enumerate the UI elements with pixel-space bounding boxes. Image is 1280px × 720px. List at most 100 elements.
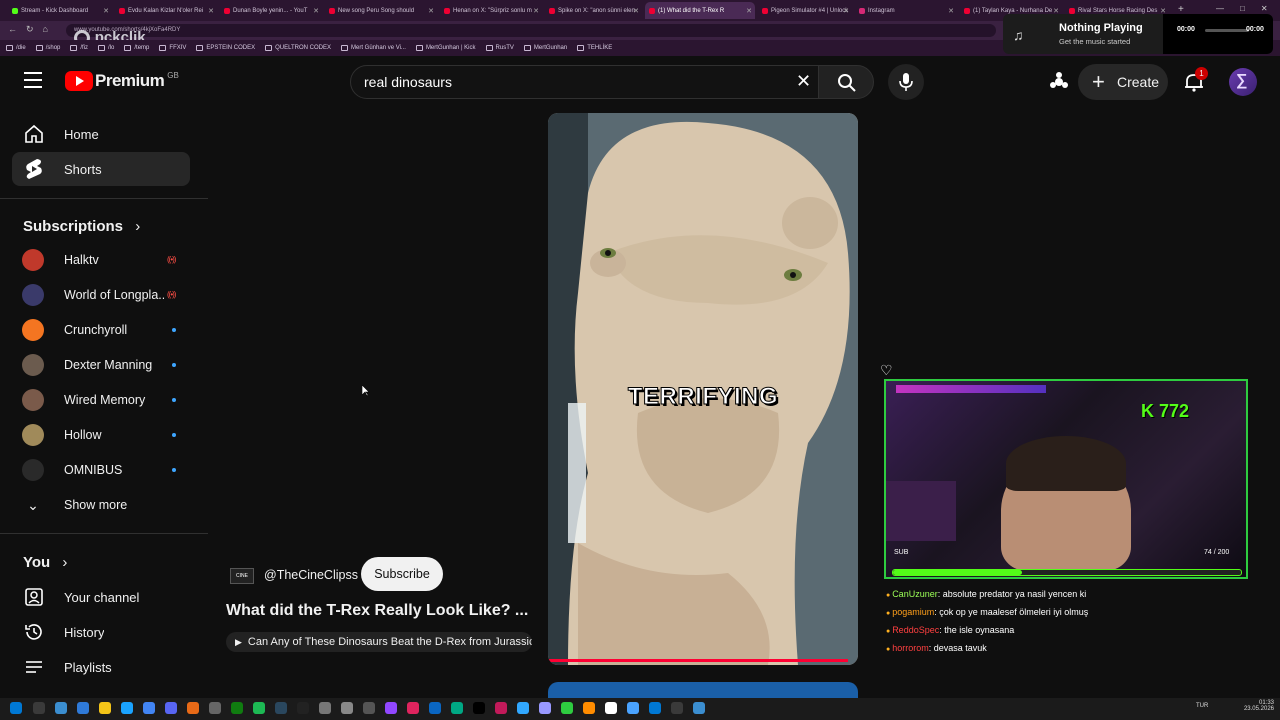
you-heading[interactable]: You › xyxy=(23,554,67,571)
taskbar-app-icon[interactable] xyxy=(539,702,551,714)
subscription-item[interactable]: Halktv ((•)) xyxy=(12,243,190,277)
browser-tab[interactable]: Dunan Boyle yenin... - YouT ✕ xyxy=(220,2,322,19)
subscribe-button[interactable]: Subscribe xyxy=(361,557,443,591)
subscription-item[interactable]: Hollow xyxy=(12,418,190,452)
taskbar-app-icon[interactable] xyxy=(517,702,529,714)
subscription-item[interactable]: Dexter Manning xyxy=(12,348,190,382)
close-tab-icon[interactable]: ✕ xyxy=(533,7,539,15)
browser-tab[interactable]: New song Peru Song should ✕ xyxy=(325,2,437,19)
taskbar-app-icon[interactable] xyxy=(77,702,89,714)
browser-tab[interactable]: Evdu Kalan Kizlar N'oler Rei ✕ xyxy=(115,2,217,19)
close-tab-icon[interactable]: ✕ xyxy=(103,7,109,15)
taskbar-app-icon[interactable] xyxy=(495,702,507,714)
taskbar-app-icon[interactable] xyxy=(429,702,441,714)
voice-search-button[interactable] xyxy=(888,64,924,100)
taskbar-app-icon[interactable] xyxy=(561,702,573,714)
close-tab-icon[interactable]: ✕ xyxy=(428,7,434,15)
browser-tab[interactable]: Pigeon Simulator #4 | Unlock ✕ xyxy=(758,2,852,19)
back-icon[interactable]: ← xyxy=(8,24,17,35)
subscription-item[interactable]: OMNIBUS xyxy=(12,453,190,487)
sidebar-item-your-channel[interactable]: Your channel xyxy=(12,580,190,614)
avatar[interactable]: ∑ xyxy=(1229,68,1257,96)
short-video-player[interactable]: TERRIFYING xyxy=(548,113,858,665)
search-input[interactable]: real dinosaurs xyxy=(364,74,452,90)
reload-icon[interactable]: ↻ xyxy=(26,24,34,35)
search-button[interactable] xyxy=(818,65,874,99)
taskbar-app-icon[interactable] xyxy=(693,702,705,714)
bookmark-item[interactable]: QUELTRON CODEX xyxy=(265,45,331,51)
channel-avatar[interactable]: CINE xyxy=(230,568,254,584)
extension-icon[interactable] xyxy=(1048,71,1070,93)
bookmark-item[interactable]: TEHLİKE xyxy=(577,45,612,51)
taskbar-app-icon[interactable] xyxy=(165,702,177,714)
taskbar-app-icon[interactable] xyxy=(275,702,287,714)
taskbar-app-icon[interactable] xyxy=(33,702,45,714)
bookmark-item[interactable]: EPSTEIN CODEX xyxy=(196,45,255,51)
bookmark-item[interactable]: /shop xyxy=(35,45,60,51)
taskbar-app-icon[interactable] xyxy=(451,702,463,714)
home-nav-icon[interactable]: ⌂ xyxy=(43,24,48,35)
bookmark-item[interactable]: RusTV xyxy=(485,45,514,51)
bookmark-item[interactable]: Mert Günhan ve Vi... xyxy=(341,45,406,51)
notifications-button[interactable]: 1 xyxy=(1182,67,1208,94)
taskbar-app-icon[interactable] xyxy=(297,702,309,714)
taskbar-app-icon[interactable] xyxy=(99,702,111,714)
taskbar-app-icon[interactable] xyxy=(385,702,397,714)
bookmark-item[interactable]: /die xyxy=(6,45,26,51)
next-short-preview[interactable] xyxy=(548,682,858,698)
subscription-item[interactable]: Wired Memory xyxy=(12,383,190,417)
taskbar-app-icon[interactable] xyxy=(583,702,595,714)
maximize-icon[interactable]: □ xyxy=(1240,4,1245,13)
sidebar-item-shorts[interactable]: Shorts xyxy=(12,152,190,186)
close-tab-icon[interactable]: ✕ xyxy=(208,7,214,15)
browser-tab[interactable]: Stream - Kick Dashboard ✕ xyxy=(8,2,112,19)
taskbar-app-icon[interactable] xyxy=(209,702,221,714)
taskbar-app-icon[interactable] xyxy=(55,702,67,714)
bookmark-item[interactable]: FFXIV xyxy=(159,45,186,51)
close-window-icon[interactable]: ✕ xyxy=(1261,4,1268,13)
taskbar-app-icon[interactable] xyxy=(231,702,243,714)
sidebar-item-home[interactable]: Home xyxy=(12,117,190,151)
clock[interactable]: 01:33 23.05.2026 xyxy=(1240,700,1274,712)
taskbar-app-icon[interactable] xyxy=(627,702,639,714)
browser-tab[interactable]: Henan on X: "Sürpriz sonlu m ✕ xyxy=(440,2,542,19)
url-field[interactable]: www.youtube.com/shorts/4kjXoFa4RDY xyxy=(66,24,996,37)
close-tab-icon[interactable]: ✕ xyxy=(633,7,639,15)
show-more-button[interactable]: ⌄ Show more xyxy=(12,488,190,522)
taskbar-app-icon[interactable] xyxy=(407,702,419,714)
taskbar-app-icon[interactable] xyxy=(253,702,265,714)
related-video-chip[interactable]: ▶ Can Any of These Dinosaurs Beat the D-R… xyxy=(226,632,532,652)
create-button[interactable]: + Create xyxy=(1078,64,1168,100)
taskbar-app-icon[interactable] xyxy=(671,702,683,714)
taskbar-app-icon[interactable] xyxy=(649,702,661,714)
youtube-logo[interactable]: Premium GB xyxy=(65,71,179,91)
taskbar-app-icon[interactable] xyxy=(341,702,353,714)
bookmark-item[interactable]: /lo xyxy=(98,45,114,51)
search-box[interactable]: real dinosaurs ✕ xyxy=(350,65,830,99)
close-tab-icon[interactable]: ✕ xyxy=(843,7,849,15)
taskbar-app-icon[interactable] xyxy=(473,702,485,714)
menu-icon[interactable] xyxy=(24,72,42,88)
bookmark-item[interactable]: MertGunhan | Kick xyxy=(415,45,476,51)
close-tab-icon[interactable]: ✕ xyxy=(313,7,319,15)
subscription-item[interactable]: Crunchyroll xyxy=(12,313,190,347)
short-title[interactable]: What did the T-Rex Really Look Like? ... xyxy=(226,602,528,620)
language-indicator[interactable]: TUR xyxy=(1196,703,1208,709)
taskbar-app-icon[interactable] xyxy=(143,702,155,714)
taskbar-app-icon[interactable] xyxy=(10,702,22,714)
music-progress[interactable] xyxy=(1205,29,1249,32)
taskbar-app-icon[interactable] xyxy=(363,702,375,714)
bookmark-item[interactable]: /temp xyxy=(124,45,149,51)
subscription-item[interactable]: World of Longpla... ((•)) xyxy=(12,278,190,312)
taskbar-app-icon[interactable] xyxy=(319,702,331,714)
sidebar-item-playlists[interactable]: Playlists xyxy=(12,650,190,684)
browser-tab[interactable]: (1) What did the T-Rex R ✕ xyxy=(645,2,755,19)
bookmark-item[interactable]: MertGunhan xyxy=(523,45,567,51)
minimize-icon[interactable]: — xyxy=(1216,4,1224,13)
clear-search-icon[interactable]: ✕ xyxy=(796,71,811,92)
close-tab-icon[interactable]: ✕ xyxy=(948,7,954,15)
sidebar-item-history[interactable]: History xyxy=(12,615,190,649)
taskbar-app-icon[interactable] xyxy=(187,702,199,714)
browser-tab[interactable]: Spike on X: "anon sünni elen ✕ xyxy=(545,2,642,19)
browser-tab[interactable]: Instagram ✕ xyxy=(855,2,957,19)
